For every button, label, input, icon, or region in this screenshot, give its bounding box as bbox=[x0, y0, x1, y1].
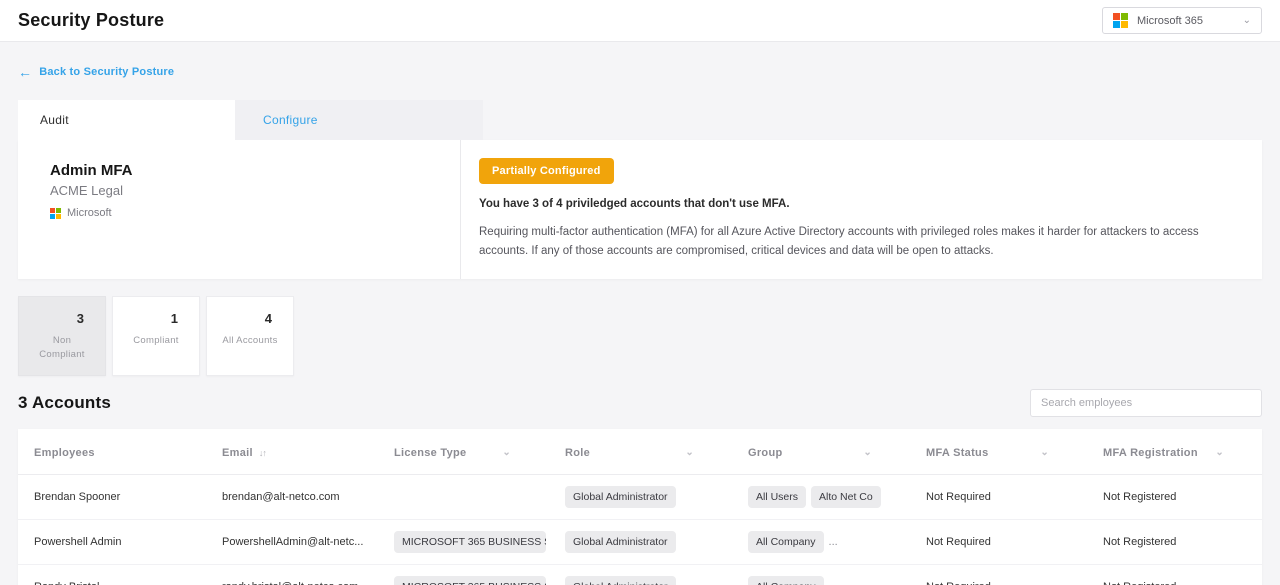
chevron-down-icon[interactable]: ⌄ bbox=[1040, 448, 1049, 458]
status-badge: Partially Configured bbox=[479, 158, 614, 184]
accounts-table-card: Employees Email ↓↑ License Type ⌄ Role ⌄ bbox=[18, 429, 1262, 585]
search-input[interactable] bbox=[1030, 389, 1262, 417]
provider-name: Microsoft bbox=[67, 207, 112, 219]
stat-value: 1 bbox=[113, 297, 199, 326]
stat-value: 3 bbox=[19, 297, 105, 326]
employee-name: Brendan Spooner bbox=[18, 474, 206, 519]
tenant-label: Microsoft 365 bbox=[1137, 15, 1234, 27]
stat-card-all-accounts[interactable]: 4 All Accounts bbox=[206, 296, 294, 376]
stat-label: All Accounts bbox=[207, 334, 293, 348]
employee-email: brendan@alt-netco.com bbox=[206, 474, 378, 519]
mfa-status-cell: Not Required bbox=[910, 519, 1087, 564]
license-cell: MICROSOFT 365 BUSINESS STAN bbox=[378, 519, 549, 564]
tenant-selector[interactable]: Microsoft 365 ⌄ bbox=[1102, 7, 1262, 34]
column-header-mfa-registration[interactable]: MFA Registration ⌄ bbox=[1087, 429, 1262, 475]
chevron-down-icon[interactable]: ⌄ bbox=[863, 448, 872, 458]
employee-email: PowershellAdmin@alt-netc... bbox=[206, 519, 378, 564]
back-link[interactable]: ← Back to Security Posture bbox=[18, 64, 174, 80]
role-chip: Global Administrator bbox=[565, 486, 676, 508]
page-title: Security Posture bbox=[18, 10, 164, 31]
role-chip: Global Administrator bbox=[565, 531, 676, 553]
chevron-down-icon[interactable]: ⌄ bbox=[1215, 448, 1224, 458]
group-cell: All Company... bbox=[732, 564, 910, 585]
license-cell: MICROSOFT 365 BUSINESS STAN bbox=[378, 564, 549, 585]
more-groups-indicator: ... bbox=[829, 581, 838, 585]
more-groups-indicator: ... bbox=[829, 536, 838, 548]
chevron-down-icon: ⌄ bbox=[1243, 16, 1251, 26]
employee-name: Randy Bristol bbox=[18, 564, 206, 585]
audit-description-text: Requiring multi-factor authentication (M… bbox=[479, 223, 1236, 261]
license-cell bbox=[378, 474, 549, 519]
mfa-status-cell: Not Required bbox=[910, 564, 1087, 585]
column-header-email[interactable]: Email ↓↑ bbox=[206, 429, 378, 475]
group-chip: Alto Net Co bbox=[811, 486, 881, 508]
microsoft-logo-icon bbox=[1113, 13, 1128, 28]
audit-company: ACME Legal bbox=[50, 183, 428, 198]
tab-configure[interactable]: Configure bbox=[235, 100, 483, 140]
stat-card-non-compliant[interactable]: 3 Non Compliant bbox=[18, 296, 106, 376]
employee-name: Powershell Admin bbox=[18, 519, 206, 564]
sort-icons[interactable]: ↓↑ bbox=[259, 448, 266, 458]
mfa-registration-cell: Not Registered bbox=[1087, 474, 1262, 519]
tab-audit[interactable]: Audit bbox=[18, 100, 235, 140]
mfa-registration-cell: Not Registered bbox=[1087, 519, 1262, 564]
microsoft-logo-icon bbox=[50, 208, 61, 219]
table-row: Powershell Admin PowershellAdmin@alt-net… bbox=[18, 519, 1262, 564]
back-link-label: Back to Security Posture bbox=[39, 66, 174, 78]
stat-card-group: 3 Non Compliant 1 Compliant 4 All Accoun… bbox=[18, 296, 1262, 376]
group-chip: All Company bbox=[748, 576, 824, 585]
table-row: Randy Bristol randy.bristol@alt-netco.co… bbox=[18, 564, 1262, 585]
audit-summary-text: You have 3 of 4 priviledged accounts tha… bbox=[479, 198, 1236, 210]
column-header-mfa-status[interactable]: MFA Status ⌄ bbox=[910, 429, 1087, 475]
audit-title: Admin MFA bbox=[50, 162, 428, 179]
role-chip: Global Administrator bbox=[565, 576, 676, 585]
chevron-down-icon[interactable]: ⌄ bbox=[685, 448, 694, 458]
column-header-license-type[interactable]: License Type ⌄ bbox=[378, 429, 549, 475]
group-chip: All Company bbox=[748, 531, 824, 553]
audit-summary-panel: Admin MFA ACME Legal Microsoft bbox=[18, 140, 460, 279]
column-header-role[interactable]: Role ⌄ bbox=[549, 429, 732, 475]
stat-label: Non Compliant bbox=[19, 334, 105, 363]
license-chip: MICROSOFT 365 BUSINESS STAN bbox=[394, 576, 546, 585]
mfa-status-cell: Not Required bbox=[910, 474, 1087, 519]
audit-provider: Microsoft bbox=[50, 207, 428, 219]
chevron-down-icon[interactable]: ⌄ bbox=[502, 448, 511, 458]
audit-detail-card: Admin MFA ACME Legal Microsoft Partially… bbox=[18, 140, 1262, 279]
accounts-header: 3 Accounts bbox=[18, 389, 1262, 417]
column-header-employees: Employees bbox=[18, 429, 206, 475]
top-bar: Security Posture Microsoft 365 ⌄ bbox=[0, 0, 1280, 42]
role-cell: Global Administrator bbox=[549, 474, 732, 519]
column-header-group[interactable]: Group ⌄ bbox=[732, 429, 910, 475]
back-arrow-icon: ← bbox=[18, 64, 32, 80]
group-cell: All UsersAlto Net Co bbox=[732, 474, 910, 519]
stat-label: Compliant bbox=[113, 334, 199, 348]
role-cell: Global Administrator bbox=[549, 519, 732, 564]
accounts-count-title: 3 Accounts bbox=[18, 393, 111, 413]
license-chip: MICROSOFT 365 BUSINESS STAN bbox=[394, 531, 546, 553]
accounts-table: Employees Email ↓↑ License Type ⌄ Role ⌄ bbox=[18, 429, 1262, 585]
group-chip: All Users bbox=[748, 486, 806, 508]
tab-bar: Audit Configure bbox=[18, 100, 1262, 140]
audit-description-panel: Partially Configured You have 3 of 4 pri… bbox=[461, 140, 1262, 279]
employee-email: randy.bristol@alt-netco.com bbox=[206, 564, 378, 585]
role-cell: Global Administrator bbox=[549, 564, 732, 585]
stat-card-compliant[interactable]: 1 Compliant bbox=[112, 296, 200, 376]
mfa-registration-cell: Not Registered bbox=[1087, 564, 1262, 585]
table-row: Brendan Spooner brendan@alt-netco.com Gl… bbox=[18, 474, 1262, 519]
stat-value: 4 bbox=[207, 297, 293, 326]
group-cell: All Company... bbox=[732, 519, 910, 564]
